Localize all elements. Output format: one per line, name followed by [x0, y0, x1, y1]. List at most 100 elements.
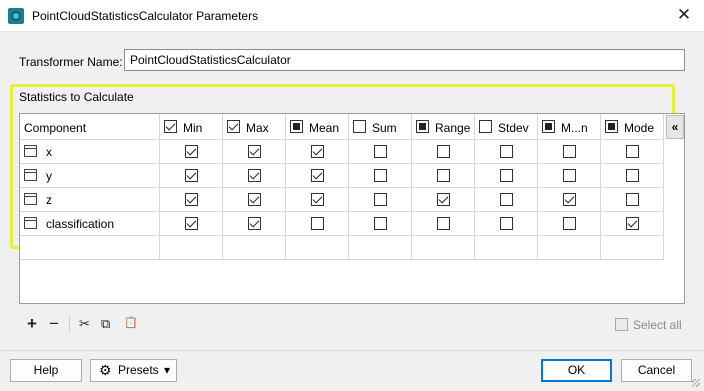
column-header-checkbox[interactable]	[227, 120, 240, 133]
column-header-checkbox[interactable]	[353, 120, 366, 133]
stat-cell	[286, 212, 349, 236]
stat-cell	[475, 164, 538, 188]
stat-cell	[538, 140, 601, 164]
column-header-7: Mode	[601, 114, 664, 140]
stat-checkbox[interactable]	[311, 217, 324, 230]
stat-checkbox[interactable]	[248, 169, 261, 182]
column-header-label: Sum	[372, 121, 397, 135]
resize-grip[interactable]	[692, 379, 700, 387]
stat-checkbox[interactable]	[185, 193, 198, 206]
stat-cell	[286, 188, 349, 212]
column-header-0: Min	[160, 114, 223, 140]
column-header-checkbox[interactable]	[605, 120, 618, 133]
stat-checkbox[interactable]	[626, 169, 639, 182]
column-header-checkbox[interactable]	[542, 120, 555, 133]
stat-cell	[601, 188, 664, 212]
paste-icon[interactable]: 📋	[124, 316, 138, 329]
stat-cell	[412, 188, 475, 212]
stat-checkbox[interactable]	[311, 145, 324, 158]
empty-cell	[475, 236, 538, 260]
remove-row-icon[interactable]: −	[49, 314, 59, 334]
stat-checkbox[interactable]	[626, 193, 639, 206]
stat-cell	[475, 212, 538, 236]
help-button[interactable]: Help	[10, 359, 82, 382]
close-button[interactable]: ✕	[670, 2, 698, 28]
component-name: classification	[46, 217, 115, 231]
stat-checkbox[interactable]	[248, 145, 261, 158]
stat-checkbox[interactable]	[185, 217, 198, 230]
attribute-icon	[24, 217, 37, 229]
stat-checkbox[interactable]	[437, 145, 450, 158]
stat-cell	[223, 188, 286, 212]
empty-row	[20, 236, 684, 260]
column-header-checkbox[interactable]	[290, 120, 303, 133]
stat-checkbox[interactable]	[374, 169, 387, 182]
presets-button[interactable]: ⚙ Presets ▾	[90, 359, 177, 382]
stat-checkbox[interactable]	[500, 217, 513, 230]
column-header-checkbox[interactable]	[416, 120, 429, 133]
component-name: x	[46, 145, 52, 159]
stat-cell	[286, 164, 349, 188]
stat-checkbox[interactable]	[626, 217, 639, 230]
copy-icon[interactable]: ⧉	[101, 316, 110, 332]
stat-checkbox[interactable]	[311, 193, 324, 206]
stat-cell	[349, 140, 412, 164]
stat-checkbox[interactable]	[563, 145, 576, 158]
statistics-table: Component Min Max Mean Sum Range Stdev M...n Mod…	[19, 113, 685, 304]
app-icon	[8, 8, 24, 24]
stat-checkbox[interactable]	[374, 193, 387, 206]
transformer-name-input[interactable]	[124, 49, 685, 71]
column-header-label: Min	[183, 121, 203, 135]
collapse-columns-button[interactable]: «	[666, 115, 684, 139]
stat-cell	[601, 140, 664, 164]
cut-icon[interactable]: ✂	[79, 316, 90, 332]
column-header-label: Max	[246, 121, 269, 135]
empty-cell	[538, 236, 601, 260]
stat-cell	[601, 212, 664, 236]
stat-checkbox[interactable]	[563, 217, 576, 230]
stat-checkbox[interactable]	[500, 169, 513, 182]
add-row-icon[interactable]: +	[27, 314, 37, 334]
footer-divider	[0, 350, 704, 351]
stat-checkbox[interactable]	[437, 193, 450, 206]
stat-checkbox[interactable]	[437, 169, 450, 182]
stat-checkbox[interactable]	[500, 145, 513, 158]
stat-cell	[223, 212, 286, 236]
stat-checkbox[interactable]	[626, 145, 639, 158]
stat-cell	[475, 140, 538, 164]
stat-checkbox[interactable]	[437, 217, 450, 230]
table-row: y	[20, 164, 684, 188]
stat-checkbox[interactable]	[374, 217, 387, 230]
stat-checkbox[interactable]	[374, 145, 387, 158]
stat-cell	[538, 164, 601, 188]
stat-checkbox[interactable]	[185, 145, 198, 158]
column-header-label: Range	[435, 121, 471, 135]
attribute-icon	[24, 145, 37, 157]
stat-checkbox[interactable]	[248, 193, 261, 206]
select-all-checkbox[interactable]: Select all	[615, 318, 682, 332]
empty-cell	[223, 236, 286, 260]
component-header: Component	[24, 121, 87, 135]
stat-checkbox[interactable]	[185, 169, 198, 182]
table-row: z	[20, 188, 684, 212]
stat-cell	[160, 212, 223, 236]
column-header-checkbox[interactable]	[164, 120, 177, 133]
stat-cell	[412, 140, 475, 164]
ok-button[interactable]: OK	[541, 359, 612, 382]
stat-checkbox[interactable]	[248, 217, 261, 230]
component-name: y	[46, 169, 52, 183]
select-all-box[interactable]	[615, 318, 628, 331]
cancel-button[interactable]: Cancel	[621, 359, 692, 382]
stat-checkbox[interactable]	[563, 193, 576, 206]
column-header-checkbox[interactable]	[479, 120, 492, 133]
column-header-1: Max	[223, 114, 286, 140]
component-name: z	[46, 193, 52, 207]
table-header-row: Component Min Max Mean Sum Range Stdev M...n Mod…	[20, 114, 684, 140]
stat-checkbox[interactable]	[311, 169, 324, 182]
statistics-group-label: Statistics to Calculate	[19, 90, 134, 104]
column-header-5: Stdev	[475, 114, 538, 140]
stat-cell	[349, 164, 412, 188]
stat-checkbox[interactable]	[563, 169, 576, 182]
empty-cell	[412, 236, 475, 260]
stat-checkbox[interactable]	[500, 193, 513, 206]
